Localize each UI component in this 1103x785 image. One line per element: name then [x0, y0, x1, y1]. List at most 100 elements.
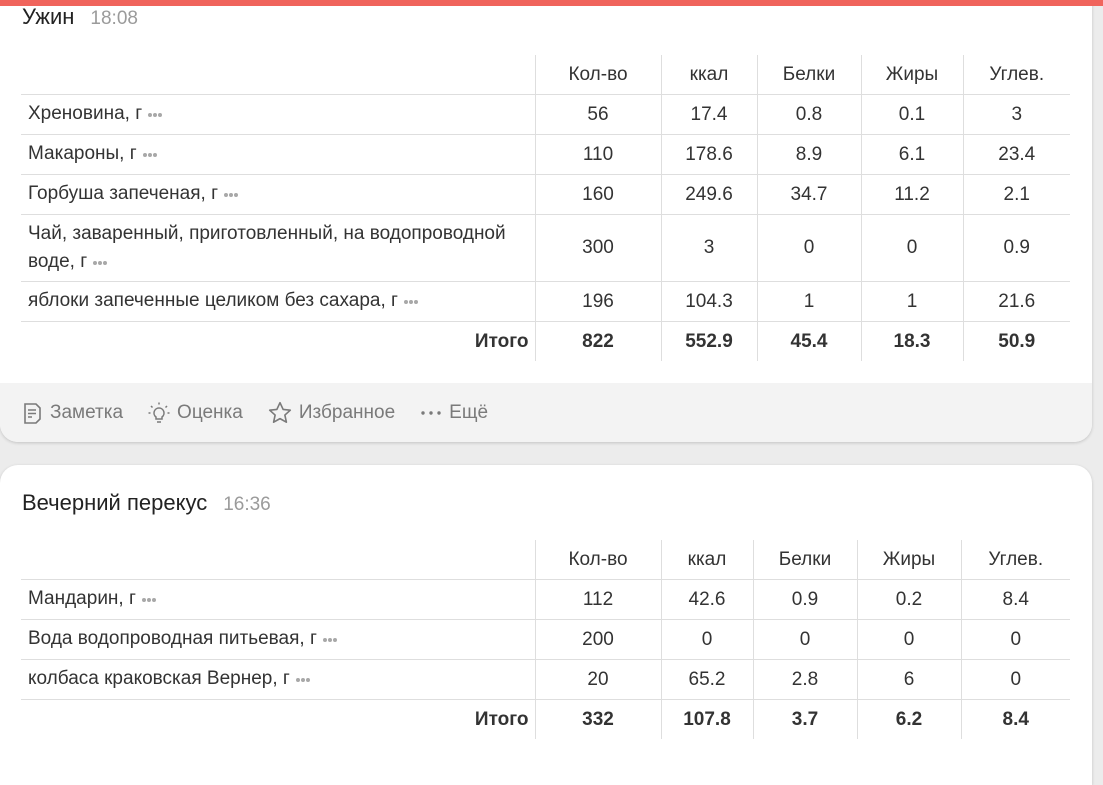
- card-actions-bar: Заметка Оценка Избранное Ещё: [0, 383, 1092, 442]
- table-row[interactable]: Чай, заваренный, приготовленный, на водо…: [21, 214, 1070, 282]
- food-table: Кол-во ккал Белки Жиры Углев. Хреновина,…: [21, 55, 1070, 361]
- fat-cell: 0.1: [860, 94, 963, 135]
- header-fat: Жиры: [856, 540, 961, 580]
- lightbulb-icon: [147, 401, 171, 425]
- total-kcal: 552.9: [660, 321, 757, 361]
- note-button[interactable]: Заметка: [20, 401, 123, 425]
- quantity-cell: 110: [534, 134, 661, 175]
- protein-cell: 0: [756, 214, 861, 282]
- food-name-cell: яблоки запеченные целиком без сахара, г: [21, 281, 535, 322]
- table-header-row: Кол-во ккал Белки Жиры Углев.: [21, 55, 1070, 95]
- table-row[interactable]: Вода водопроводная питьевая, г 200 0 0 0…: [21, 619, 1070, 660]
- protein-cell: 8.9: [756, 134, 861, 175]
- protein-cell: 2.8: [752, 659, 857, 700]
- meal-title: Вечерний перекус: [22, 490, 208, 515]
- table-row[interactable]: Мандарин, г 112 42.6 0.9 0.2 8.4: [21, 579, 1070, 620]
- carbs-cell: 2.1: [962, 174, 1070, 215]
- food-name: Горбуша запеченая, г: [28, 183, 219, 205]
- table-row[interactable]: яблоки запеченные целиком без сахара, г …: [21, 281, 1070, 322]
- carbs-cell: 0: [960, 619, 1070, 660]
- header-carbs: Углев.: [960, 540, 1070, 580]
- header-protein: Белки: [752, 540, 857, 580]
- total-carbs: 8.4: [960, 699, 1070, 739]
- more-dots-icon[interactable]: [148, 98, 163, 126]
- food-name: яблоки запеченные целиком без сахара, г: [28, 290, 398, 312]
- table-header-row: Кол-во ккал Белки Жиры Углев.: [21, 540, 1070, 580]
- total-carbs: 50.9: [962, 321, 1070, 361]
- protein-cell: 0.8: [756, 94, 861, 135]
- more-button[interactable]: Ещё: [419, 401, 488, 425]
- table-row[interactable]: Хреновина, г 56 17.4 0.8 0.1 3: [21, 94, 1070, 135]
- carbs-cell: 23.4: [962, 134, 1070, 175]
- total-row: Итого 332 107.8 3.7 6.2 8.4: [21, 699, 1070, 739]
- carbs-cell: 8.4: [960, 579, 1070, 620]
- header-name: [21, 55, 535, 95]
- fat-cell: 0: [860, 214, 963, 282]
- top-accent-bar: [0, 0, 1103, 6]
- more-dots-icon[interactable]: [224, 178, 239, 206]
- note-label: Заметка: [50, 401, 124, 423]
- food-name: Макароны, г: [28, 143, 137, 165]
- kcal-cell: 42.6: [660, 579, 753, 620]
- fat-cell: 6: [856, 659, 961, 700]
- food-name: Вода водопроводная питьевая, г: [28, 628, 317, 650]
- total-label: Итого: [21, 321, 535, 361]
- food-name-cell: Горбуша запеченая, г: [21, 174, 535, 215]
- meal-card-dinner: Ужин 18:08 Кол-во ккал Белки Жиры Углев.…: [0, 0, 1092, 442]
- more-dots-icon[interactable]: [403, 285, 419, 313]
- total-protein: 3.7: [752, 699, 857, 739]
- meal-header: Ужин 18:08: [22, 4, 138, 30]
- protein-cell: 0: [752, 619, 857, 660]
- more-dots-icon[interactable]: [141, 583, 157, 611]
- more-dots-icon[interactable]: [93, 246, 108, 274]
- total-fat: 6.2: [856, 699, 961, 739]
- quantity-cell: 196: [534, 281, 661, 322]
- food-name: Мандарин, г: [28, 588, 136, 610]
- meal-time: 16:36: [223, 494, 271, 515]
- total-quantity: 822: [534, 321, 661, 361]
- favorite-label: Избранное: [298, 401, 396, 423]
- header-kcal: ккал: [660, 55, 757, 95]
- kcal-cell: 178.6: [660, 134, 757, 175]
- header-protein: Белки: [756, 55, 861, 95]
- rating-button[interactable]: Оценка: [147, 401, 243, 425]
- total-label: Итого: [21, 699, 535, 739]
- total-row: Итого 822 552.9 45.4 18.3 50.9: [21, 321, 1070, 361]
- carbs-cell: 0: [960, 659, 1070, 700]
- kcal-cell: 65.2: [660, 659, 753, 700]
- star-icon: [267, 400, 293, 426]
- more-label: Ещё: [449, 401, 489, 423]
- food-name: Хреновина, г: [28, 103, 143, 125]
- meal-title: Ужин: [22, 4, 75, 29]
- fat-cell: 0.2: [856, 579, 961, 620]
- food-name: колбаса краковская Вернер, г: [28, 668, 290, 690]
- header-kcal: ккал: [660, 540, 753, 580]
- more-dots-icon[interactable]: [295, 663, 311, 691]
- favorite-button[interactable]: Избранное: [267, 400, 395, 426]
- protein-cell: 1: [756, 281, 861, 322]
- meal-header: Вечерний перекус 16:36: [22, 490, 271, 516]
- food-name-cell: Чай, заваренный, приготовленный, на водо…: [21, 214, 535, 282]
- header-carbs: Углев.: [962, 55, 1070, 95]
- rating-label: Оценка: [177, 401, 243, 423]
- carbs-cell: 3: [962, 94, 1070, 135]
- total-fat: 18.3: [860, 321, 963, 361]
- more-icon: [419, 401, 443, 425]
- table-row[interactable]: Макароны, г 110 178.6 8.9 6.1 23.4: [21, 134, 1070, 175]
- food-table: Кол-во ккал Белки Жиры Углев. Мандарин, …: [21, 540, 1070, 739]
- note-icon: [20, 401, 44, 425]
- food-name-cell: Мандарин, г: [21, 579, 535, 620]
- fat-cell: 0: [856, 619, 961, 660]
- quantity-cell: 20: [534, 659, 661, 700]
- kcal-cell: 104.3: [660, 281, 757, 322]
- meal-card-evening-snack: Вечерний перекус 16:36 Кол-во ккал Белки…: [0, 465, 1092, 785]
- quantity-cell: 300: [534, 214, 661, 282]
- food-name-cell: Хреновина, г: [21, 94, 535, 135]
- food-name-cell: колбаса краковская Вернер, г: [21, 659, 535, 700]
- table-row[interactable]: колбаса краковская Вернер, г 20 65.2 2.8…: [21, 659, 1070, 700]
- more-dots-icon[interactable]: [142, 138, 158, 166]
- more-dots-icon[interactable]: [322, 623, 338, 651]
- table-row[interactable]: Горбуша запеченая, г 160 249.6 34.7 11.2…: [21, 174, 1070, 215]
- food-name-cell: Макароны, г: [21, 134, 535, 175]
- protein-cell: 0.9: [752, 579, 857, 620]
